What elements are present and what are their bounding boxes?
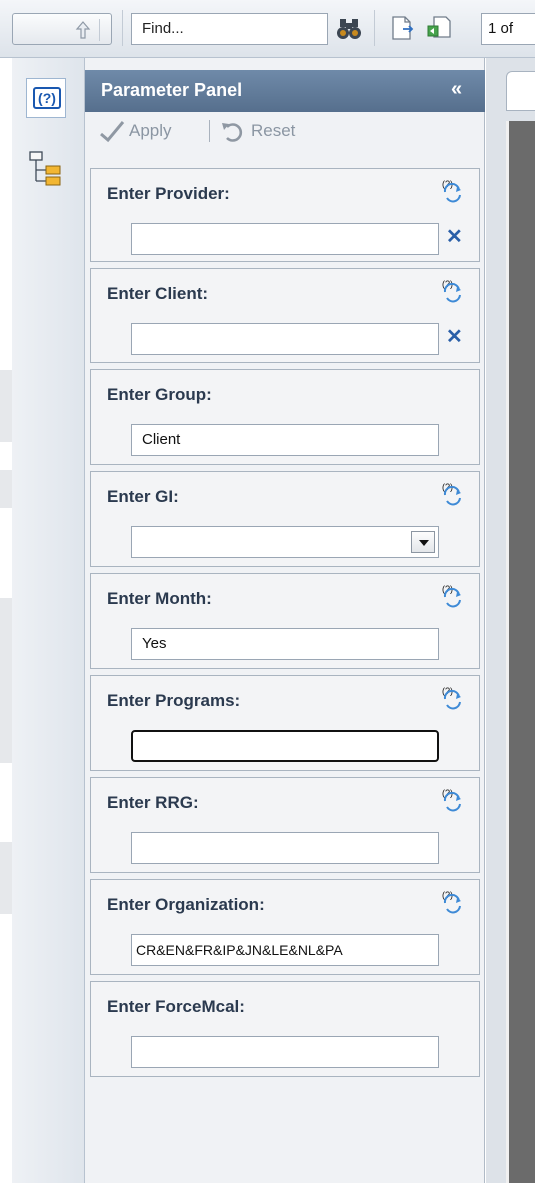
gutter-block bbox=[0, 842, 12, 914]
param-label: Enter Programs: bbox=[107, 691, 241, 710]
param-label: Enter ForceMcal: bbox=[107, 997, 245, 1016]
client-input[interactable] bbox=[131, 323, 439, 355]
param-label: Enter RRG: bbox=[107, 793, 199, 812]
param-client: Enter Client: (?) ✕ bbox=[90, 268, 480, 363]
panel-header: Parameter Panel « bbox=[85, 70, 485, 112]
help-icon: (?) bbox=[33, 87, 61, 109]
refresh-help-icon[interactable]: (?) bbox=[439, 480, 465, 506]
refresh-help-icon[interactable]: (?) bbox=[439, 277, 465, 303]
param-gi: Enter GI: (?) bbox=[90, 471, 480, 567]
programs-input[interactable] bbox=[131, 730, 439, 762]
apply-label: Apply bbox=[129, 121, 172, 140]
page-number-indicator[interactable]: 1 of bbox=[481, 13, 535, 45]
panel-title: Parameter Panel bbox=[101, 80, 243, 100]
refresh-help-icon[interactable]: (?) bbox=[439, 684, 465, 710]
month-input[interactable]: Yes bbox=[131, 628, 439, 660]
gutter-block bbox=[0, 598, 12, 763]
gutter-block bbox=[0, 370, 12, 442]
provider-input[interactable] bbox=[131, 223, 439, 255]
toolbar-separator bbox=[122, 10, 123, 46]
find-input[interactable]: Find... bbox=[131, 13, 328, 45]
param-group: Enter Group: Client bbox=[90, 369, 480, 465]
report-tab[interactable] bbox=[506, 71, 535, 111]
refresh-help-icon[interactable]: (?) bbox=[439, 786, 465, 812]
clear-x-icon[interactable]: ✕ bbox=[446, 327, 463, 347]
param-label: Enter Client: bbox=[107, 284, 209, 303]
param-programs: Enter Programs: (?) bbox=[90, 675, 480, 771]
report-canvas bbox=[506, 121, 535, 1183]
reset-label: Reset bbox=[251, 121, 296, 140]
param-forcemcal: Enter ForceMcal: bbox=[90, 981, 480, 1077]
viewer-toolbar: Find... 1 of bbox=[0, 0, 535, 58]
undo-icon bbox=[222, 123, 243, 142]
refresh-help-icon[interactable]: (?) bbox=[439, 177, 465, 203]
collapse-panel-button[interactable]: « bbox=[451, 78, 462, 101]
refresh-help-icon[interactable]: (?) bbox=[439, 888, 465, 914]
checkmark-icon bbox=[100, 121, 125, 143]
organization-input[interactable]: CR&EN&FR&IP&JN&LE&NL&PA bbox=[131, 934, 439, 966]
help-tab[interactable]: (?) bbox=[26, 78, 66, 118]
chevron-down-icon[interactable] bbox=[411, 531, 435, 553]
toolbar-separator bbox=[374, 10, 375, 46]
tree-view-icon[interactable] bbox=[26, 148, 66, 188]
group-input[interactable]: Client bbox=[131, 424, 439, 456]
rrg-input[interactable] bbox=[131, 832, 439, 864]
param-label: Enter Organization: bbox=[107, 895, 265, 914]
gutter-block bbox=[0, 470, 12, 508]
param-provider: Enter Provider: (?) ✕ bbox=[90, 168, 480, 262]
param-label: Enter GI: bbox=[107, 487, 179, 506]
gi-select[interactable] bbox=[131, 526, 439, 558]
button-divider bbox=[99, 19, 100, 41]
reset-button[interactable]: Reset bbox=[221, 118, 331, 146]
param-label: Enter Provider: bbox=[107, 184, 230, 203]
param-month: Enter Month: (?) Yes bbox=[90, 573, 480, 669]
side-icon-rail: (?) bbox=[12, 58, 85, 1183]
up-arrow-icon bbox=[75, 21, 91, 39]
param-label: Enter Month: bbox=[107, 589, 212, 608]
refresh-help-icon[interactable]: (?) bbox=[439, 582, 465, 608]
param-rrg: Enter RRG: (?) bbox=[90, 777, 480, 873]
parameter-panel: Parameter Panel « Apply Reset Enter Prov… bbox=[85, 58, 485, 1183]
param-organization: Enter Organization: (?) CR&EN&FR&IP&JN&L… bbox=[90, 879, 480, 975]
apply-button[interactable]: Apply bbox=[99, 118, 211, 146]
action-divider bbox=[209, 120, 210, 142]
print-document-icon[interactable] bbox=[426, 14, 452, 42]
report-area bbox=[486, 58, 535, 1183]
export-document-icon[interactable] bbox=[390, 14, 416, 42]
clear-x-icon[interactable]: ✕ bbox=[446, 227, 463, 247]
param-label: Enter Group: bbox=[107, 385, 212, 404]
up-button[interactable] bbox=[12, 13, 112, 45]
binoculars-icon[interactable] bbox=[336, 16, 364, 42]
forcemcal-input[interactable] bbox=[131, 1036, 439, 1068]
